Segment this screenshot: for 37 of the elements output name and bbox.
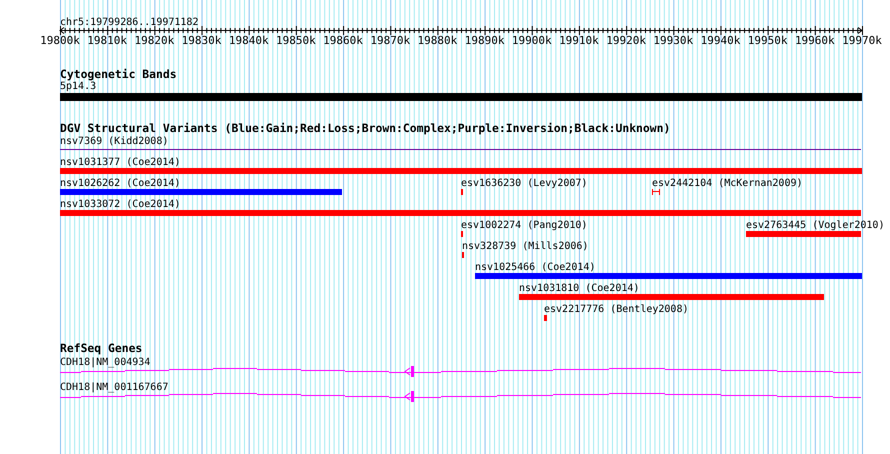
track-title: DGV Structural Variants (Blue:Gain;Red:Loss;Brown:Complex;Purple:Inversion;Black:Unknown) xyxy=(60,121,670,135)
tick-label: 19960k xyxy=(794,34,835,47)
tick-label: 19820k xyxy=(134,34,174,47)
track-title: Cytogenetic Bands xyxy=(60,67,177,81)
tick-label: 19830k xyxy=(182,34,222,47)
variant-label: esv1636230 (Levy2007) xyxy=(461,178,588,189)
variant-label: nsv7369 (Kidd2008) xyxy=(60,136,168,147)
tick-label: 19930k xyxy=(653,34,694,47)
tick-label: 19800k xyxy=(40,34,80,47)
gene-label: CDH18|NM_001167667 xyxy=(60,382,168,393)
variant-label: nsv328739 (Mills2006) xyxy=(462,241,588,252)
variant-label: esv2442104 (McKernan2009) xyxy=(652,178,803,189)
band-label: 5p14.3 xyxy=(60,81,96,92)
tick-label: 19920k xyxy=(606,34,646,47)
variant-label: nsv1025466 (Coe2014) xyxy=(475,262,596,273)
variant-label: esv2763445 (Vogler2010) xyxy=(746,220,884,231)
tick-label: 19880k xyxy=(418,34,458,47)
tick-label: 19810k xyxy=(87,34,128,47)
variant-label: esv2217776 (Bentley2008) xyxy=(544,304,688,315)
variant-label: nsv1031810 (Coe2014) xyxy=(519,283,640,294)
location-label: chr5:19799286..19971182 xyxy=(60,17,198,28)
tick-label: 19970k xyxy=(842,34,882,47)
tick-label: 19950k xyxy=(748,34,788,47)
gene-label: CDH18|NM_004934 xyxy=(60,357,150,368)
tick-label: 19850k xyxy=(276,34,316,47)
variant-label: esv1002274 (Pang2010) xyxy=(461,220,588,231)
tick-label: 19900k xyxy=(512,34,552,47)
variant-label: nsv1031377 (Coe2014) xyxy=(60,157,180,168)
variant-label: nsv1026262 (Coe2014) xyxy=(60,178,180,189)
tick-label: 19870k xyxy=(370,34,410,47)
tick-label: 19840k xyxy=(228,34,269,47)
tick-label: 19860k xyxy=(323,34,363,47)
track-title: RefSeq Genes xyxy=(60,341,142,355)
variant-label: nsv1033072 (Coe2014) xyxy=(60,199,180,210)
tick-label: 19890k xyxy=(464,34,504,47)
tick-label: 19910k xyxy=(559,34,599,47)
tick-label: 19940k xyxy=(700,34,740,47)
